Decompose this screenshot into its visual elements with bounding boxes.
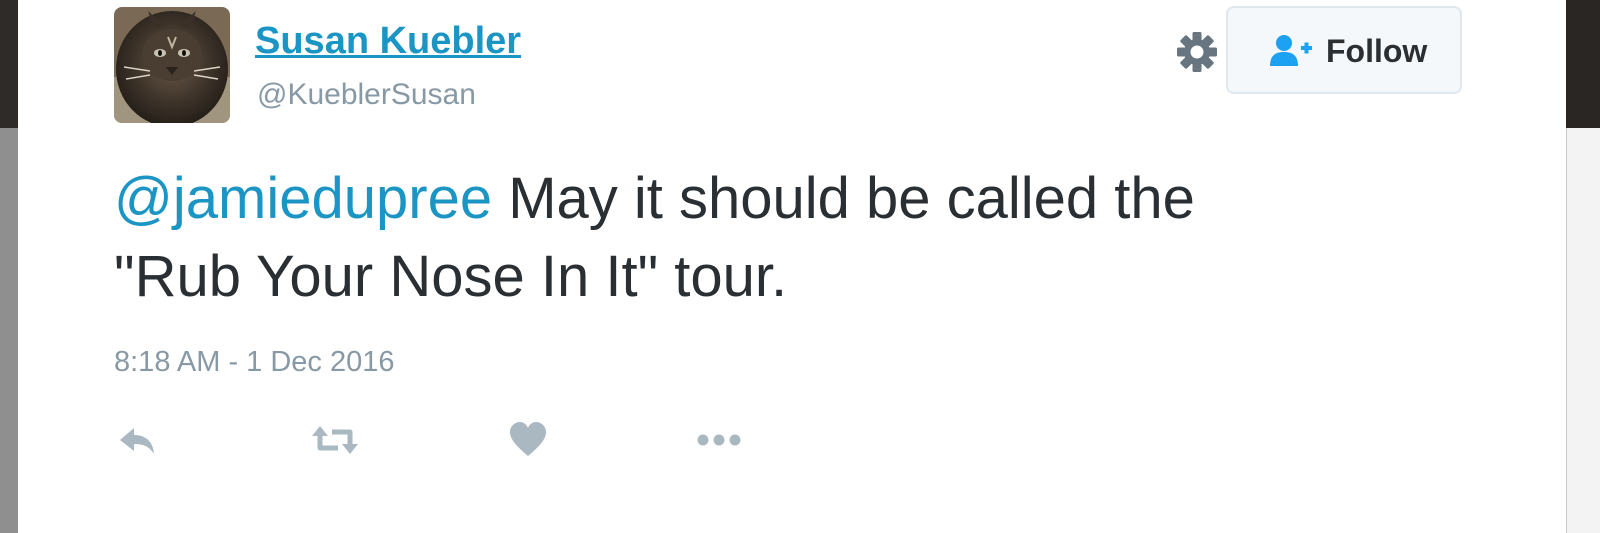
background-right-edge xyxy=(1566,0,1600,533)
avatar[interactable] xyxy=(114,7,230,123)
retweet-icon[interactable] xyxy=(310,420,360,465)
tweet-text: @jamiedupree May it should be called the… xyxy=(114,160,1434,316)
mention-link[interactable]: @jamiedupree xyxy=(114,166,492,231)
follow-button-label: Follow xyxy=(1326,33,1428,69)
background-left-edge xyxy=(0,0,18,533)
tweet-card: Susan Kuebler @KueblerSusan Follow @jami… xyxy=(18,0,1566,533)
like-icon[interactable] xyxy=(508,420,548,465)
display-name-link[interactable]: Susan Kuebler xyxy=(255,20,521,63)
gear-icon[interactable] xyxy=(1175,30,1219,74)
user-handle: @KueblerSusan xyxy=(257,78,476,111)
follow-button[interactable]: Follow xyxy=(1226,6,1462,94)
person-plus-icon xyxy=(1268,34,1314,68)
tweet-text-line1: May it should be called the xyxy=(492,166,1195,231)
more-icon[interactable] xyxy=(694,420,744,465)
tweet-text-line2: "Rub Your Nose In It" tour. xyxy=(114,244,788,309)
reply-icon[interactable] xyxy=(116,420,158,465)
tweet-timestamp-link[interactable]: 8:18 AM - 1 Dec 2016 xyxy=(114,346,395,379)
